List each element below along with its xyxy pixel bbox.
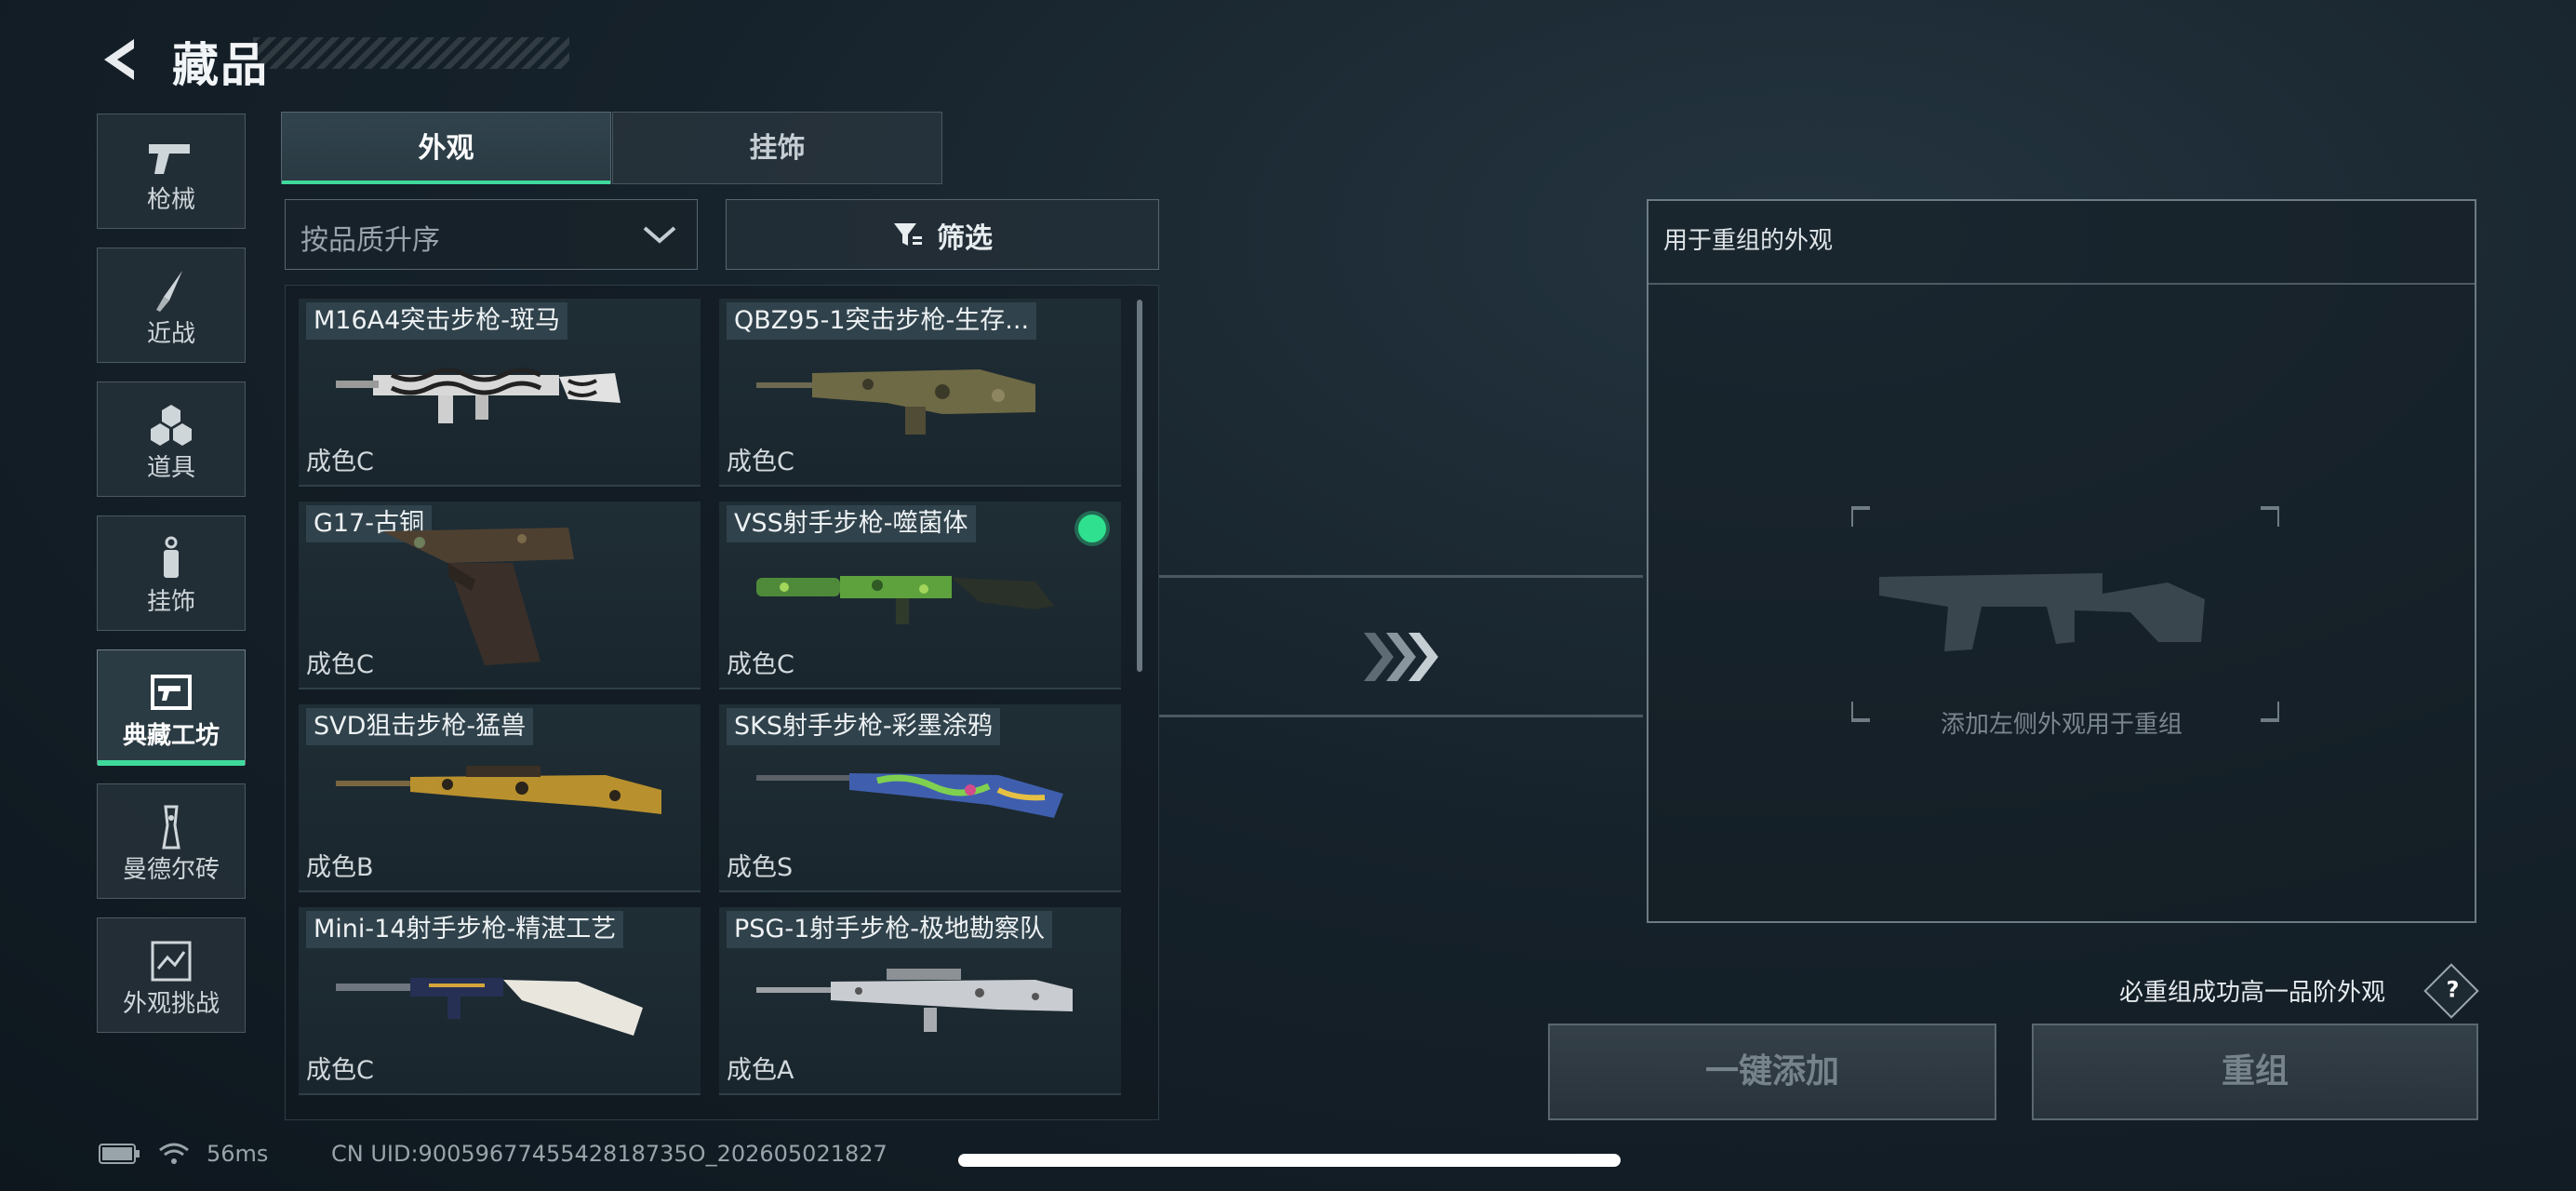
sort-value: 按品质升序 <box>300 224 440 257</box>
rifle-image <box>756 576 1054 624</box>
category-label: 曼德尔砖 <box>122 856 220 884</box>
rifle-image <box>756 773 1063 818</box>
category-items[interactable]: 道具 <box>97 381 246 497</box>
skin-name: SKS射手步枪-彩墨涂鸦 <box>727 708 1000 745</box>
chevron-down-icon <box>643 226 676 244</box>
category-melee[interactable]: 近战 <box>97 248 246 363</box>
items-icon <box>151 405 192 446</box>
rifle-image <box>336 978 643 1036</box>
skin-grade: 成色A <box>727 1056 794 1085</box>
list-scrollbar[interactable] <box>1137 300 1142 672</box>
knife-icon <box>156 271 182 312</box>
sort-dropdown[interactable]: 按品质升序 <box>285 199 698 270</box>
panel-title: 用于重组的外观 <box>1663 227 1834 255</box>
category-label: 典藏工坊 <box>122 722 220 750</box>
skin-grade: 成色S <box>727 853 794 882</box>
skin-grade: 成色C <box>727 448 794 476</box>
home-indicator[interactable] <box>958 1154 1621 1167</box>
skin-card[interactable]: VSS射手步枪-噬菌体 成色C <box>719 502 1121 689</box>
wifi-icon <box>159 1143 189 1164</box>
category-label: 挂饰 <box>146 588 195 616</box>
workshop-icon <box>151 675 192 710</box>
panel-hint: 添加左侧外观用于重组 <box>1940 711 2182 739</box>
skin-grade: 成色C <box>306 448 374 476</box>
status-bar: 56ms <box>99 1141 268 1167</box>
charm-icon <box>164 536 179 578</box>
title-stripe-decoration <box>253 37 569 69</box>
category-label: 枪械 <box>146 186 195 214</box>
category-skin-challenge[interactable]: 外观挑战 <box>97 917 246 1033</box>
brick-icon <box>162 805 180 850</box>
sniper-rifle-image <box>336 766 661 814</box>
category-label: 道具 <box>146 454 195 482</box>
category-workshop[interactable]: 典藏工坊 <box>97 649 246 766</box>
sniper-rifle-image <box>756 969 1073 1032</box>
skin-card[interactable]: QBZ95-1突击步枪-生存... 成色C <box>719 299 1121 487</box>
skin-list[interactable]: M16A4突击步枪-斑马 成色C QBZ95-1突击步枪-生存... 成色C G… <box>285 285 1159 1120</box>
ping-value: 56ms <box>207 1141 269 1167</box>
recombine-button[interactable]: 重组 <box>2032 1024 2478 1120</box>
category-label: 外观挑战 <box>122 990 220 1018</box>
pistol-icon <box>149 144 190 174</box>
category-guns[interactable]: 枪械 <box>97 114 246 229</box>
category-label: 近战 <box>146 320 195 348</box>
category-mandel-brick[interactable]: 曼德尔砖 <box>97 783 246 899</box>
skin-grade: 成色B <box>306 853 374 882</box>
selected-indicator <box>1078 515 1106 542</box>
triple-chevron-right-icon <box>1364 633 1438 681</box>
skin-name: Mini-14射手步枪-精湛工艺 <box>306 911 624 948</box>
skin-card[interactable]: G17-古铜 成色C <box>299 502 701 689</box>
skin-name: VSS射手步枪-噬菌体 <box>727 505 976 542</box>
skin-grade: 成色C <box>727 650 794 679</box>
skin-grade: 成色C <box>306 1056 374 1085</box>
question-icon: ? <box>2446 976 2460 1003</box>
help-button[interactable]: ? <box>2423 963 2479 1019</box>
skin-card[interactable]: Mini-14射手步枪-精湛工艺 成色C <box>299 907 701 1095</box>
user-uid: CN UID:9005967745542818735O_202605021827 <box>331 1141 888 1167</box>
connector-line <box>1159 715 1643 717</box>
battery-icon <box>99 1144 140 1164</box>
skin-card[interactable]: M16A4突击步枪-斑马 成色C <box>299 299 701 487</box>
empty-slot-rifle-icon[interactable] <box>1851 502 2279 726</box>
filter-label: 筛选 <box>937 222 993 255</box>
skin-card[interactable]: SVD狙击步枪-猛兽 成色B <box>299 704 701 892</box>
skin-name: PSG-1射手步枪-极地勘察队 <box>727 911 1053 948</box>
connector-line <box>1159 575 1643 578</box>
tab-skins[interactable]: 外观 <box>281 112 611 184</box>
skin-card[interactable]: PSG-1射手步枪-极地勘察队 成色A <box>719 907 1121 1095</box>
category-charms[interactable]: 挂饰 <box>97 515 246 631</box>
panel-divider <box>1648 283 2475 285</box>
filter-button[interactable]: 筛选 <box>726 199 1159 270</box>
pistol-image <box>382 528 574 665</box>
guarantee-text: 必重组成功高一品阶外观 <box>2119 979 2386 1007</box>
rifle-image <box>336 368 621 423</box>
challenge-icon <box>151 941 192 982</box>
add-all-button[interactable]: 一键添加 <box>1548 1024 1996 1120</box>
skin-name: M16A4突击步枪-斑马 <box>306 302 568 340</box>
back-arrow-icon[interactable] <box>93 32 149 87</box>
skin-name: QBZ95-1突击步枪-生存... <box>727 302 1037 340</box>
rifle-image <box>756 369 1035 435</box>
skin-name: SVD狙击步枪-猛兽 <box>306 708 534 745</box>
tab-charms[interactable]: 挂饰 <box>612 112 942 184</box>
skin-grade: 成色C <box>306 650 374 679</box>
skin-card[interactable]: SKS射手步枪-彩墨涂鸦 成色S <box>719 704 1121 892</box>
filter-icon <box>894 223 922 246</box>
